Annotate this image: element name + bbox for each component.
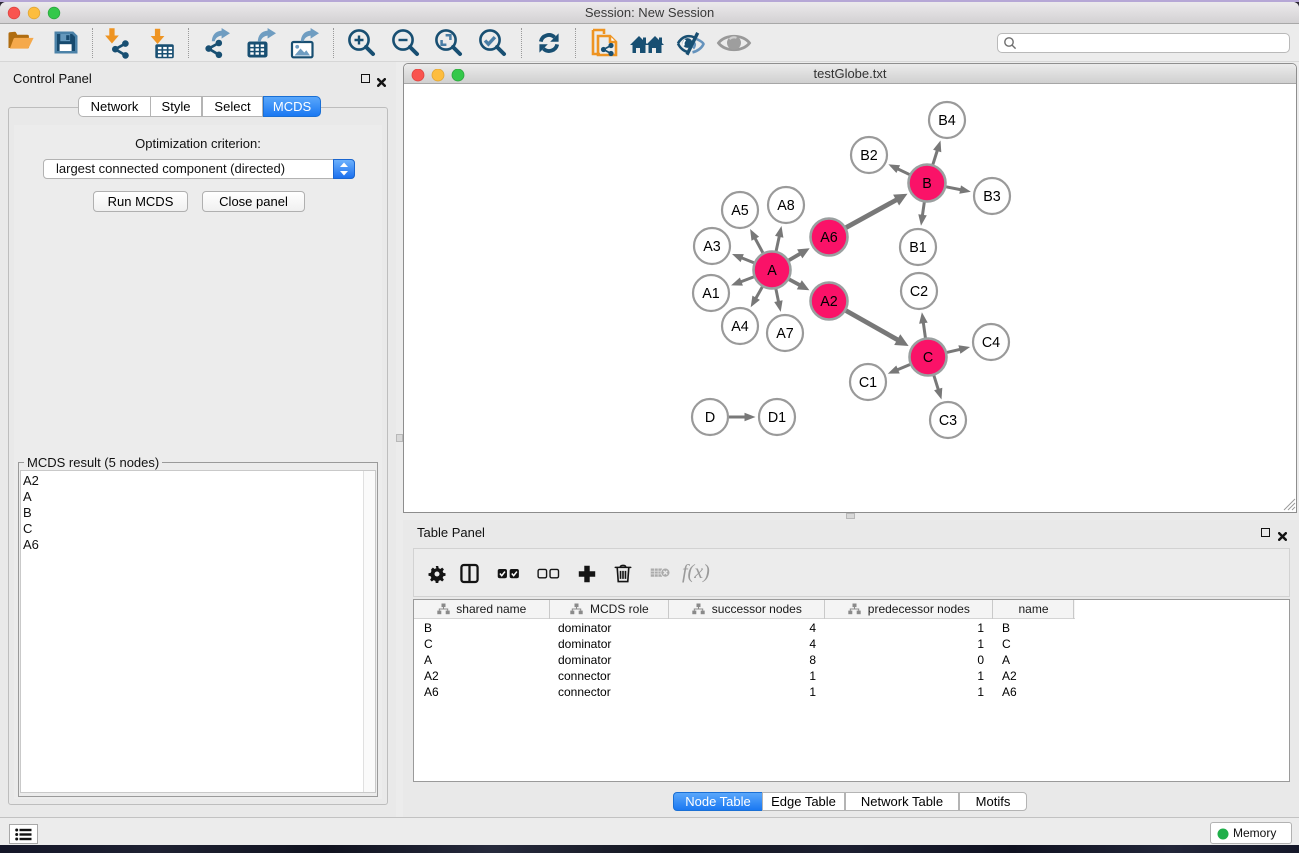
svg-text:A3: A3: [703, 239, 721, 255]
svg-text:A2: A2: [820, 294, 838, 310]
svg-text:A6: A6: [820, 230, 838, 246]
svg-text:B2: B2: [860, 148, 878, 164]
svg-text:A7: A7: [776, 326, 794, 342]
svg-text:A: A: [767, 263, 777, 279]
svg-text:C2: C2: [910, 284, 928, 300]
svg-text:D: D: [705, 410, 715, 426]
svg-text:C4: C4: [982, 335, 1000, 351]
svg-text:D1: D1: [768, 410, 786, 426]
svg-text:A5: A5: [731, 203, 749, 219]
svg-text:C1: C1: [859, 375, 877, 391]
svg-text:B4: B4: [938, 113, 956, 129]
svg-text:C: C: [923, 350, 933, 366]
svg-text:A4: A4: [731, 319, 749, 335]
svg-text:B1: B1: [909, 240, 927, 256]
svg-text:C3: C3: [939, 413, 957, 429]
svg-text:A1: A1: [702, 286, 720, 302]
svg-text:B: B: [922, 176, 932, 192]
svg-text:A8: A8: [777, 198, 795, 214]
svg-text:B3: B3: [983, 189, 1001, 205]
